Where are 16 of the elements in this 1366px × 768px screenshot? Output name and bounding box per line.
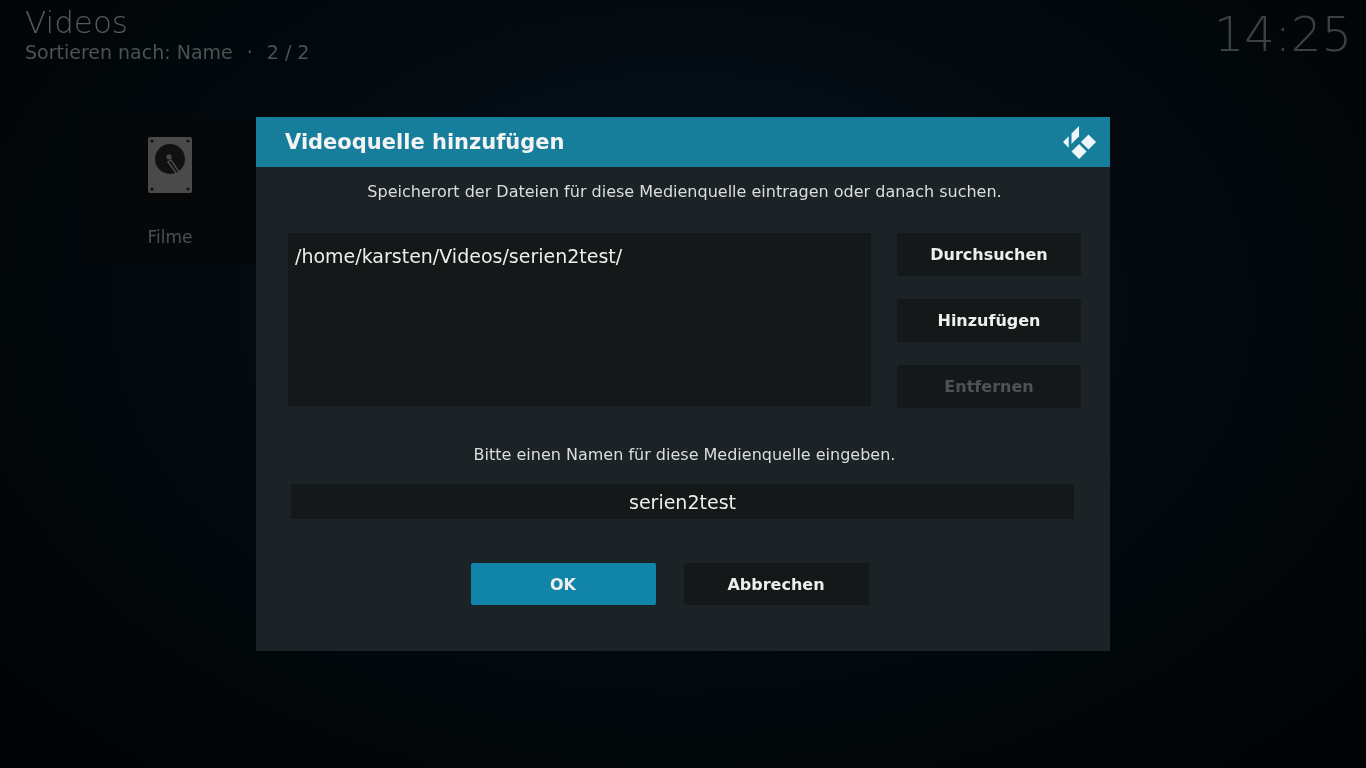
name-prompt: Bitte einen Namen für diese Medienquelle eingeben.: [472, 445, 897, 464]
instruction-text: Speicherort der Dateien für diese Medienquelle eintragen oder danach suchen.: [366, 182, 1003, 201]
source-label: Filme: [147, 227, 193, 247]
hard-drive-icon: [148, 137, 192, 193]
item-count: 2 / 2: [266, 40, 310, 64]
page-title: Videos: [25, 4, 129, 40]
action-button[interactable]: Hinzufügen: [897, 299, 1081, 342]
name-field[interactable]: serien2test: [291, 484, 1074, 519]
dialog-button[interactable]: OK: [470, 563, 656, 605]
clock: 14:25: [1213, 5, 1352, 64]
logo-icon: [1063, 125, 1097, 159]
separator-dot: ·: [246, 40, 253, 64]
sort-label: Sortieren nach: Name: [25, 40, 233, 64]
path-list[interactable]: /home/karsten/Videos/serien2test/: [288, 233, 871, 406]
action-button[interactable]: Durchsuchen: [897, 233, 1081, 276]
dialog-button[interactable]: Abbrechen: [683, 563, 869, 605]
